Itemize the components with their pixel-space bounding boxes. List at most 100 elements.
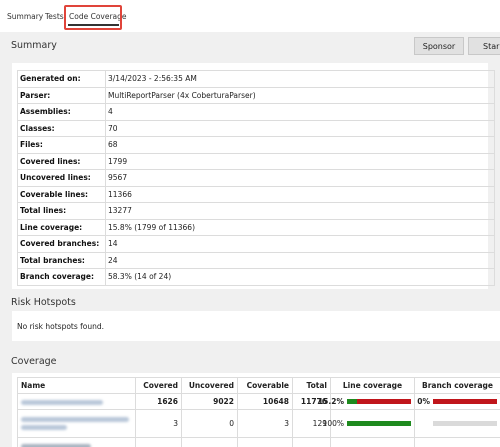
col-uncovered-header[interactable]: Uncovered <box>181 377 238 394</box>
tab-summary[interactable]: Summary <box>7 12 43 21</box>
summary-header: Summary Sponsor Star <box>0 32 500 57</box>
summary-row: Uncovered lines: 9567 <box>17 169 495 187</box>
summary-value: 68 <box>105 136 495 154</box>
uncovered-cell: 9022 <box>181 393 238 410</box>
summary-row: Classes: 70 <box>17 119 495 137</box>
blurred-name <box>21 425 67 430</box>
summary-key: Branch coverage: <box>17 268 106 286</box>
summary-row: Total branches: 24 <box>17 251 495 269</box>
row-name-cell[interactable] <box>17 409 136 438</box>
col-branch-coverage-header[interactable]: Branch coverage <box>414 377 500 394</box>
summary-section: Generated on: 3/14/2023 - 2:56:35 AM Parse… <box>0 57 500 289</box>
coverage-section: Coverage Name Covered Uncovered Coverabl… <box>0 349 500 447</box>
risk-hotspots-empty-text: No risk hotspots found. <box>17 322 105 331</box>
line-coverage-bar <box>347 421 411 426</box>
summary-row: Total lines: 13277 <box>17 202 495 220</box>
coverage-bar-covered <box>347 421 411 426</box>
risk-hotspots-title: Risk Hotspots <box>11 297 76 308</box>
summary-value: 11366 <box>105 185 495 203</box>
col-line-coverage-header[interactable]: Line coverage <box>330 377 415 394</box>
summary-value: 4 <box>105 103 495 121</box>
risk-hotspots-section: Risk Hotspots No risk hotspots found. <box>0 289 500 349</box>
summary-key: Assemblies: <box>17 103 106 121</box>
summary-value: 24 <box>105 251 495 269</box>
row-name-cell[interactable] <box>17 437 136 447</box>
col-covered-header[interactable]: Covered <box>135 377 182 394</box>
uncovered-cell: 0 <box>181 409 238 438</box>
line-coverage-bar <box>347 399 411 404</box>
coverage-bar-uncovered <box>357 399 411 404</box>
coverage-header-row: Name Covered Uncovered Coverable Total L… <box>17 377 500 394</box>
summary-row: Coverable lines: 11366 <box>17 185 495 203</box>
coverage-row: 1626 9022 10648 11776 15.2% 0% <box>17 393 500 410</box>
branch-coverage-bar <box>433 421 497 426</box>
summary-key: Parser: <box>17 86 106 104</box>
col-coverable-header[interactable]: Coverable <box>237 377 293 394</box>
summary-row: Branch coverage: 58.3% (14 of 24) <box>17 268 495 286</box>
covered-cell: 1626 <box>135 393 182 410</box>
star-button[interactable]: Star <box>468 37 500 55</box>
summary-row: Covered lines: 1799 <box>17 152 495 170</box>
branch-coverage-percent: 0% <box>417 397 430 406</box>
summary-value: 1799 <box>105 152 495 170</box>
branch-coverage-cell: 0% <box>414 393 500 410</box>
summary-value: 58.3% (14 of 24) <box>105 268 495 286</box>
summary-card: Generated on: 3/14/2023 - 2:56:35 AM Parse… <box>12 63 495 289</box>
summary-value: 9567 <box>105 169 495 187</box>
coverage-bar-uncovered <box>433 399 497 404</box>
summary-value: 14 <box>105 235 495 253</box>
coverable-cell: 3 <box>237 409 293 438</box>
line-coverage-cell: 15.2% <box>318 393 415 410</box>
summary-value: 13277 <box>105 202 495 220</box>
branch-coverage-bar <box>433 399 497 404</box>
summary-key: Total branches: <box>17 251 106 269</box>
line-coverage-percent: 100% <box>322 419 344 428</box>
summary-key: Covered lines: <box>17 152 106 170</box>
coverable-cell: 10648 <box>237 393 293 410</box>
coverable-cell <box>237 437 293 447</box>
summary-key: Classes: <box>17 119 106 137</box>
summary-row: Parser: MultiReportParser (4x CoberturaPa… <box>17 86 495 104</box>
summary-title: Summary <box>11 40 57 51</box>
branch-coverage-cell <box>414 437 500 447</box>
summary-row: Line coverage: 15.8% (1799 of 11366) <box>17 218 495 236</box>
tab-highlight-box <box>64 5 122 30</box>
coverage-bar-covered <box>347 399 357 404</box>
summary-value: 3/14/2023 - 2:56:35 AM <box>105 70 495 88</box>
covered-cell: 3 <box>135 409 182 438</box>
coverage-row <box>17 437 500 447</box>
tab-tests[interactable]: Tests <box>45 12 64 21</box>
row-name-cell[interactable] <box>17 393 136 410</box>
coverage-row: 3 0 3 129 100% <box>17 409 500 438</box>
summary-key: Generated on: <box>17 70 106 88</box>
summary-value: 15.8% (1799 of 11366) <box>105 218 495 236</box>
uncovered-cell <box>181 437 238 447</box>
summary-row: Assemblies: 4 <box>17 103 495 121</box>
tab-bar: Summary Tests Code Coverage <box>0 0 500 32</box>
coverage-bar-na <box>433 421 497 426</box>
summary-key: Coverable lines: <box>17 185 106 203</box>
risk-hotspots-card: No risk hotspots found. <box>12 311 500 341</box>
blurred-name <box>21 417 129 422</box>
summary-key: Total lines: <box>17 202 106 220</box>
coverage-card: Name Covered Uncovered Coverable Total L… <box>12 373 500 447</box>
summary-key: Files: <box>17 136 106 154</box>
summary-row: Covered branches: 14 <box>17 235 495 253</box>
summary-row: Files: 68 <box>17 136 495 154</box>
summary-key: Line coverage: <box>17 218 106 236</box>
blurred-name <box>21 399 103 405</box>
col-total-header[interactable]: Total <box>292 377 331 394</box>
summary-value: 70 <box>105 119 495 137</box>
summary-key: Covered branches: <box>17 235 106 253</box>
line-coverage-percent: 15.2% <box>317 397 344 406</box>
line-coverage-cell <box>330 437 415 447</box>
total-cell <box>292 437 331 447</box>
line-coverage-cell: 100% <box>323 409 415 438</box>
summary-row: Generated on: 3/14/2023 - 2:56:35 AM <box>17 70 495 88</box>
blurred-name <box>21 443 91 447</box>
coverage-title: Coverage <box>11 356 57 367</box>
summary-value: MultiReportParser (4x CoberturaParser) <box>105 86 495 104</box>
col-name-header[interactable]: Name <box>17 377 136 394</box>
sponsor-button[interactable]: Sponsor <box>414 37 464 55</box>
summary-table: Generated on: 3/14/2023 - 2:56:35 AM Parse… <box>17 70 495 286</box>
